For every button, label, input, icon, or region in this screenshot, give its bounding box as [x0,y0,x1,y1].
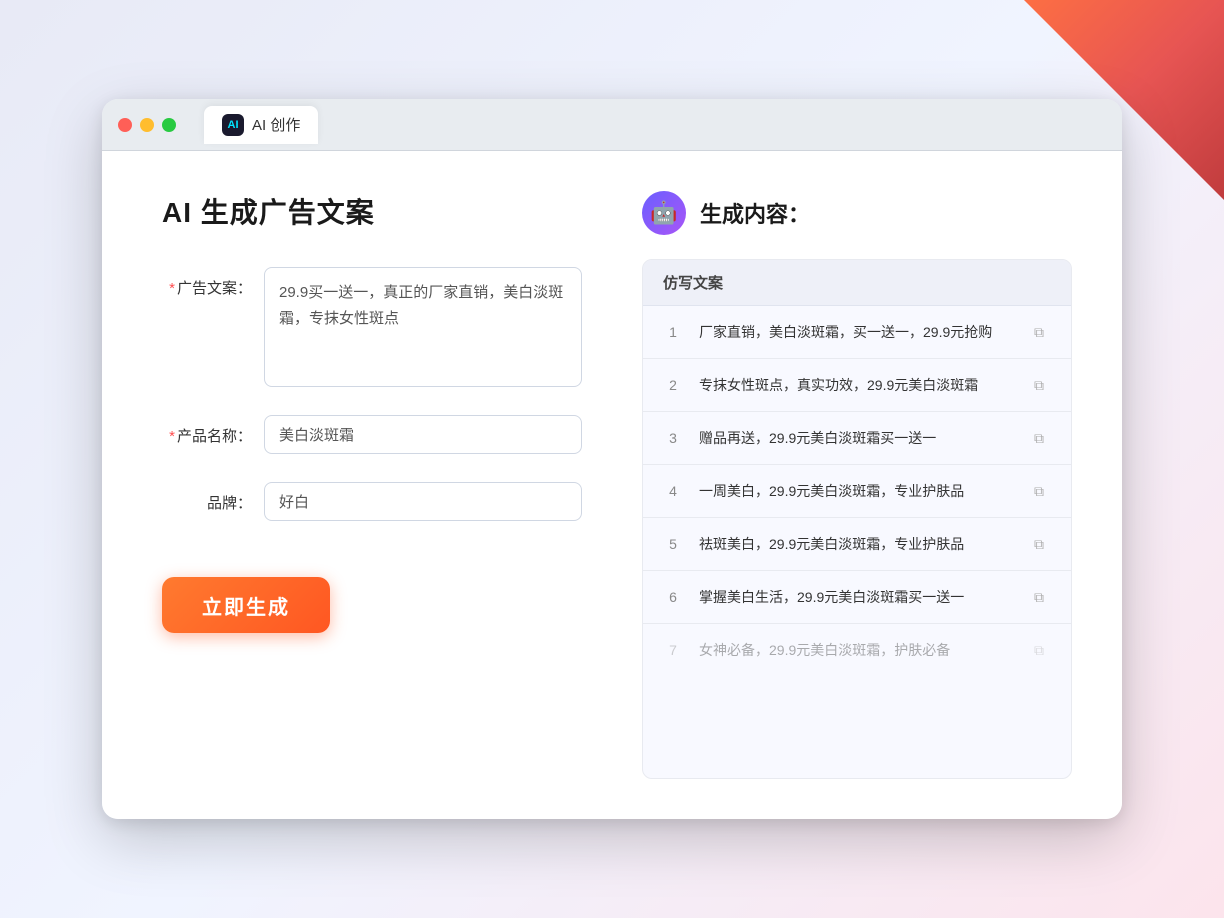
result-num-6: 6 [663,589,683,605]
copy-button-6[interactable]: ⧉ [1027,585,1051,609]
result-item-3: 3 赠品再送，29.9元美白淡斑霜买一送一 ⧉ [643,412,1071,465]
result-num-3: 3 [663,430,683,446]
robot-icon: 🤖 [642,191,686,235]
result-text-4: 一周美白，29.9元美白淡斑霜，专业护肤品 [699,481,1011,502]
result-item-7: 7 女神必备，29.9元美白淡斑霜，护肤必备 ⧉ [643,624,1071,676]
result-item-1: 1 厂家直销，美白淡斑霜，买一送一，29.9元抢购 ⧉ [643,306,1071,359]
robot-emoji: 🤖 [650,200,677,226]
result-text-5: 祛斑美白，29.9元美白淡斑霜，专业护肤品 [699,534,1011,555]
result-num-5: 5 [663,536,683,552]
ad-required-star: * [169,280,175,297]
form-row-ad: *广告文案： [162,267,582,387]
copy-button-1[interactable]: ⧉ [1027,320,1051,344]
form-row-product: *产品名称： [162,415,582,454]
close-button[interactable] [118,118,132,132]
tab-title-text: AI 创作 [252,114,300,135]
right-panel: 🤖 生成内容： 仿写文案 1 厂家直销，美白淡斑霜，买一送一，29.9元抢购 ⧉ 2专… [642,191,1072,779]
content-area: AI 生成广告文案 *广告文案： *产品名称： 品牌： 立即生成 [102,151,1122,819]
result-header: 🤖 生成内容： [642,191,1072,235]
product-required-star: * [169,428,175,445]
result-text-7: 女神必备，29.9元美白淡斑霜，护肤必备 [699,640,1011,661]
copy-button-2[interactable]: ⧉ [1027,373,1051,397]
left-panel: AI 生成广告文案 *广告文案： *产品名称： 品牌： 立即生成 [162,191,582,779]
brand-label: 品牌： [162,482,252,513]
result-title: 生成内容： [700,197,810,229]
result-num-4: 4 [663,483,683,499]
generate-button[interactable]: 立即生成 [162,577,330,633]
result-text-3: 赠品再送，29.9元美白淡斑霜买一送一 [699,428,1011,449]
tab-icon-label: AI [228,119,239,131]
copy-button-7[interactable]: ⧉ [1027,638,1051,662]
ad-textarea[interactable] [264,267,582,387]
result-table: 仿写文案 1 厂家直销，美白淡斑霜，买一送一，29.9元抢购 ⧉ 2 专抹女性斑点，真实… [642,259,1072,779]
copy-button-4[interactable]: ⧉ [1027,479,1051,503]
result-table-header: 仿写文案 [643,260,1071,306]
result-item-4: 4 一周美白，29.9元美白淡斑霜，专业护肤品 ⧉ [643,465,1071,518]
ad-label: *广告文案： [162,267,252,298]
result-text-1: 厂家直销，美白淡斑霜，买一送一，29.9元抢购 [699,322,1011,343]
browser-window: AI AI 创作 AI 生成广告文案 *广告文案： *产品名称： [102,99,1122,819]
tab-icon: AI [222,114,244,136]
title-bar: AI AI 创作 [102,99,1122,151]
result-item-6: 6 掌握美白生活，29.9元美白淡斑霜买一送一 ⧉ [643,571,1071,624]
minimize-button[interactable] [140,118,154,132]
result-list: 1 厂家直销，美白淡斑霜，买一送一，29.9元抢购 ⧉ 2 专抹女性斑点，真实功效，29… [643,306,1071,676]
page-title: AI 生成广告文案 [162,191,582,231]
result-text-6: 掌握美白生活，29.9元美白淡斑霜买一送一 [699,587,1011,608]
brand-input[interactable] [264,482,582,521]
traffic-lights [118,118,176,132]
copy-button-5[interactable]: ⧉ [1027,532,1051,556]
product-input[interactable] [264,415,582,454]
maximize-button[interactable] [162,118,176,132]
result-num-7: 7 [663,642,683,658]
form-row-brand: 品牌： [162,482,582,521]
copy-button-3[interactable]: ⧉ [1027,426,1051,450]
result-item-2: 2 专抹女性斑点，真实功效，29.9元美白淡斑霜 ⧉ [643,359,1071,412]
result-item-5: 5 祛斑美白，29.9元美白淡斑霜，专业护肤品 ⧉ [643,518,1071,571]
tab-ai-create[interactable]: AI AI 创作 [204,106,318,144]
result-text-2: 专抹女性斑点，真实功效，29.9元美白淡斑霜 [699,375,1011,396]
result-num-1: 1 [663,324,683,340]
result-num-2: 2 [663,377,683,393]
product-label: *产品名称： [162,415,252,446]
